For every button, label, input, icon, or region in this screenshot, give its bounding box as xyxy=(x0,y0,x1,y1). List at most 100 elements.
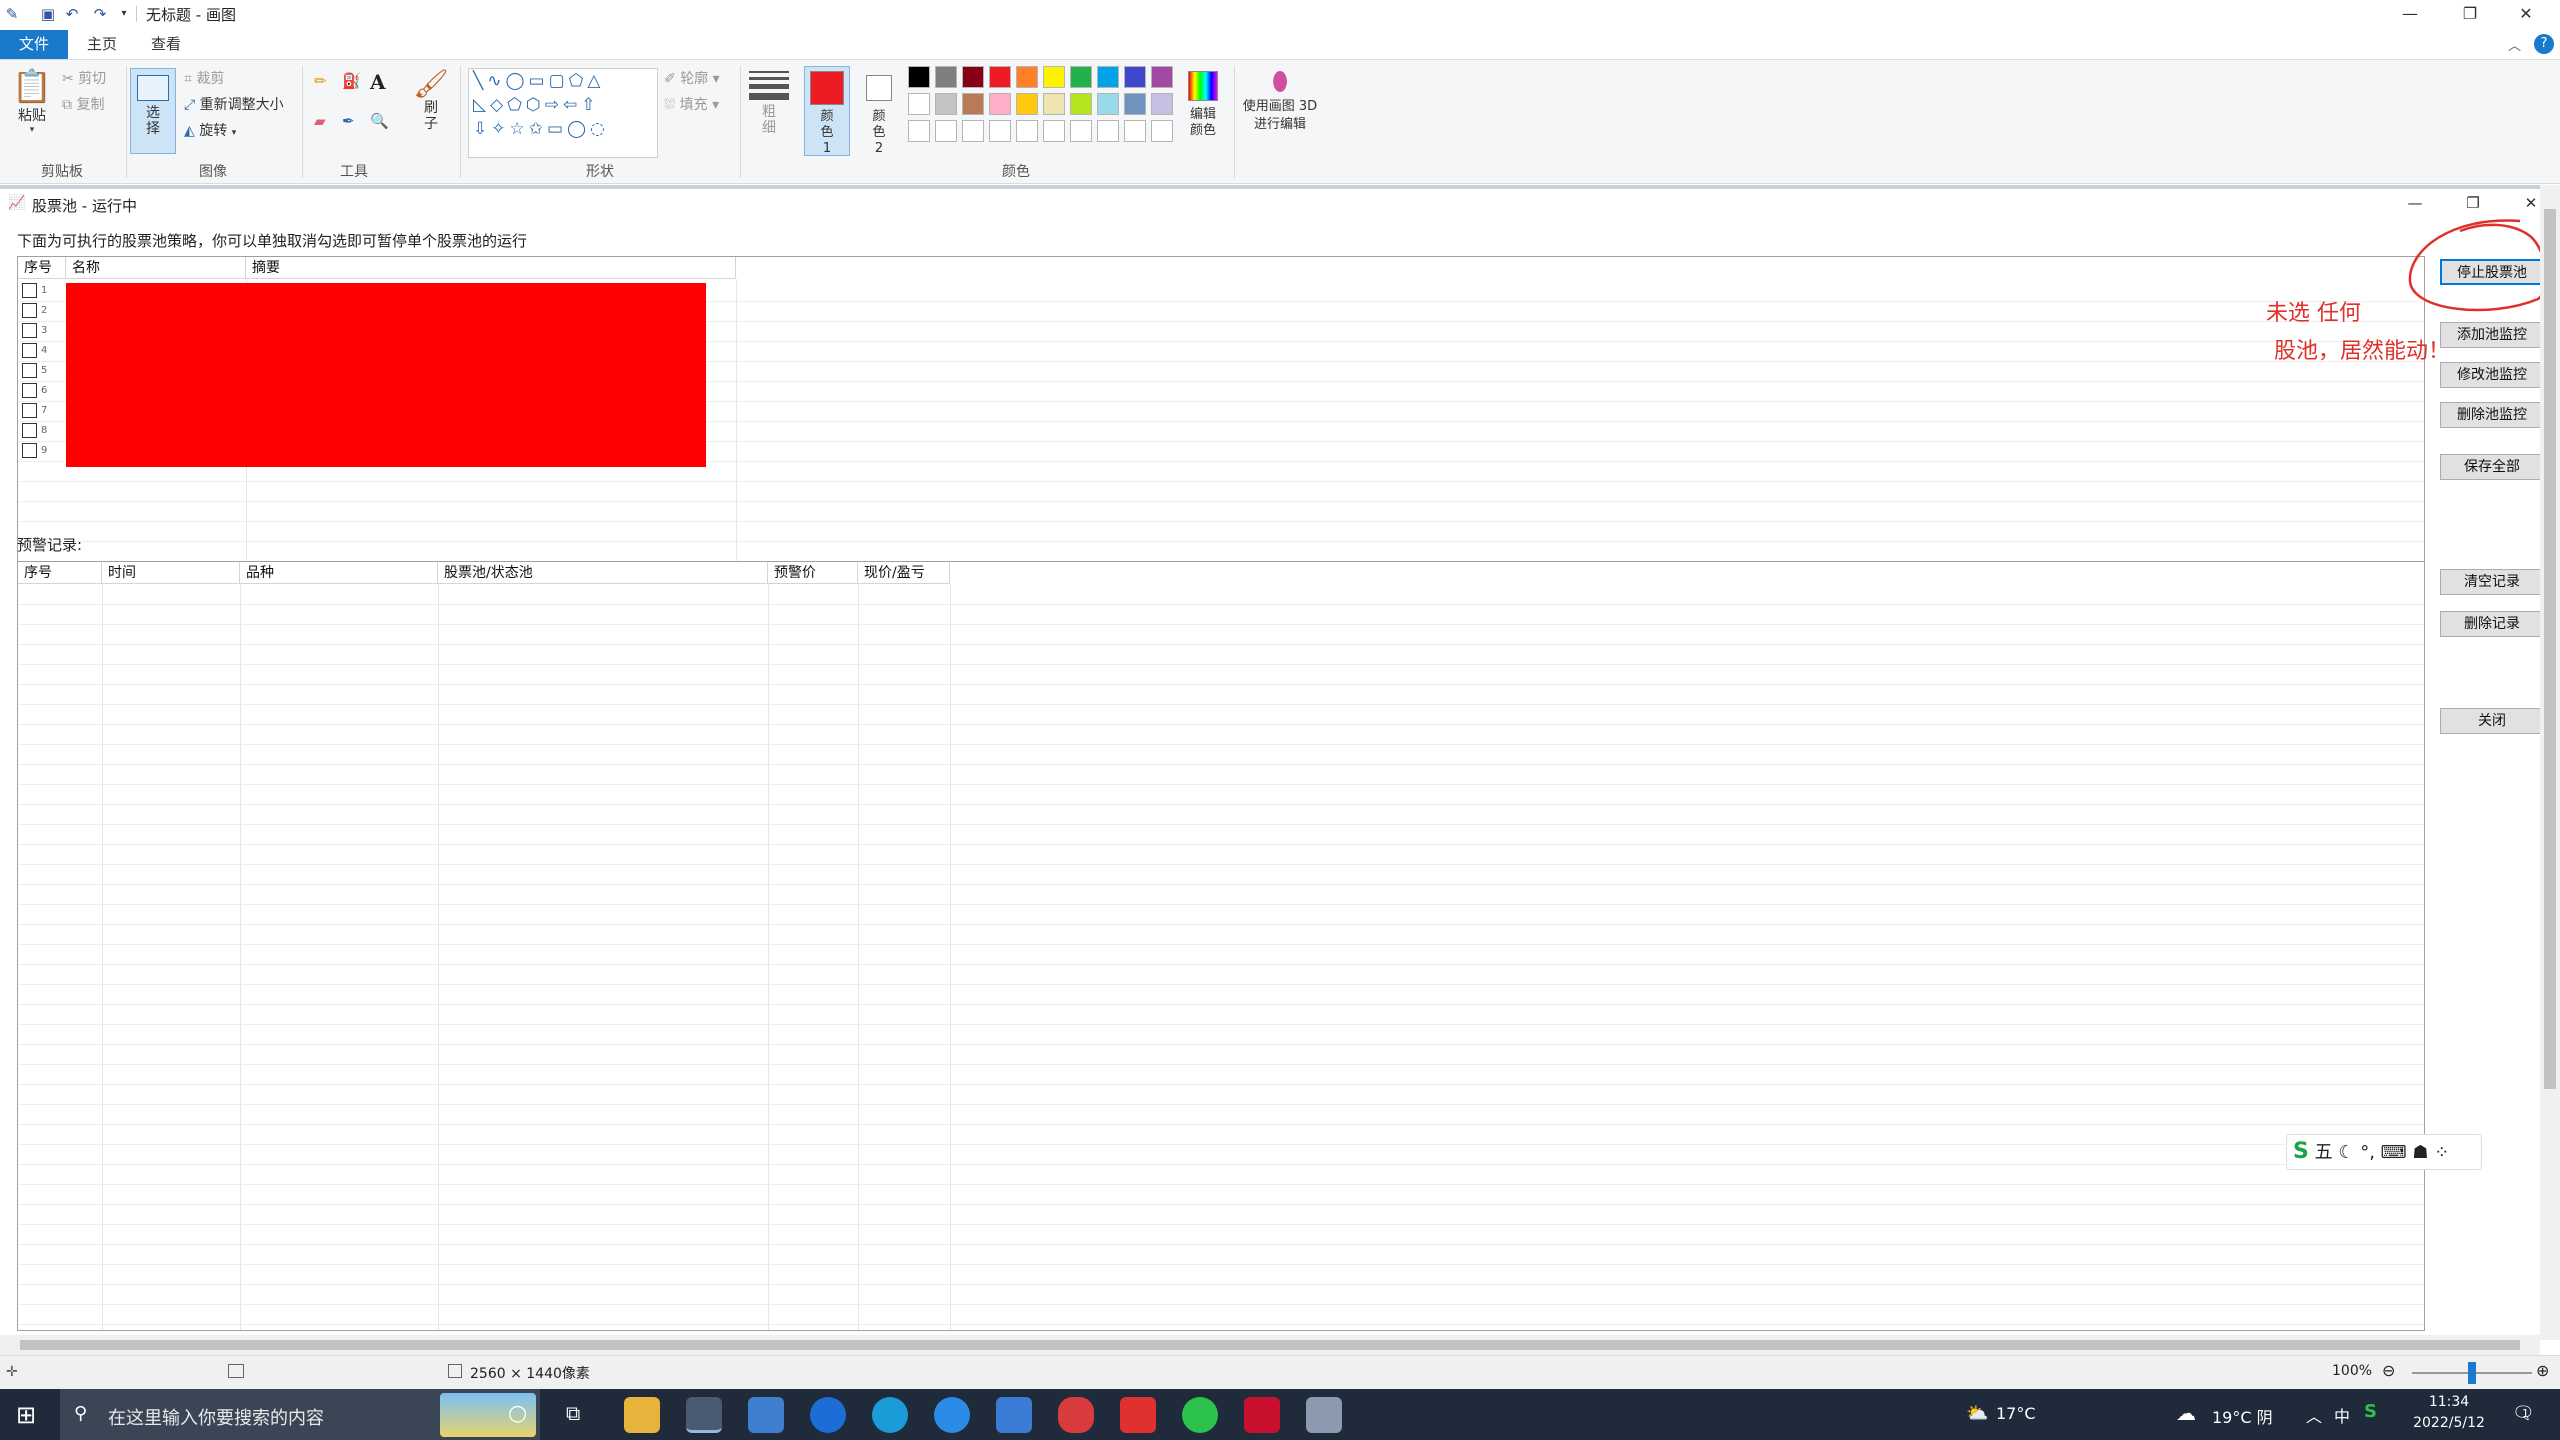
pool-row[interactable]: 4 xyxy=(18,341,66,361)
zoom-out-icon[interactable]: ⊖ xyxy=(2382,1361,2395,1380)
rotate-button[interactable]: ◭ 旋转 ▾ xyxy=(184,120,236,140)
size-button[interactable]: 粗细 xyxy=(744,66,794,156)
fill-button[interactable]: ⛆ 填充 ▾ xyxy=(664,94,719,114)
taskbar-search-box[interactable]: ⚲ 在这里输入你要搜索的内容 xyxy=(60,1389,540,1440)
palette-swatch[interactable] xyxy=(1151,66,1173,88)
palette-swatch[interactable] xyxy=(962,66,984,88)
mail-bird-icon[interactable] xyxy=(996,1397,1032,1433)
weather-cloud-icon[interactable]: ☁ xyxy=(2176,1401,2196,1425)
windows-start-icon[interactable]: ⊞ xyxy=(16,1401,36,1429)
alert-header-alert-price[interactable]: 预警价 xyxy=(768,562,858,584)
brush-button[interactable]: 🖌 刷子 xyxy=(408,66,454,156)
zoom-slider-thumb[interactable] xyxy=(2468,1362,2476,1384)
palette-swatch[interactable] xyxy=(908,66,930,88)
edge-icon[interactable] xyxy=(872,1397,908,1433)
clock-time[interactable]: 11:34 xyxy=(2404,1394,2494,1410)
collapse-ribbon-icon[interactable]: ︿ xyxy=(2508,35,2521,54)
palette-swatch[interactable] xyxy=(1016,93,1038,115)
palette-swatch[interactable] xyxy=(908,93,930,115)
palette-swatch[interactable] xyxy=(989,93,1011,115)
pool-row-checkbox[interactable] xyxy=(22,422,37,438)
alert-header-pool[interactable]: 股票池/状态池 xyxy=(438,562,768,584)
customize-quick-access-icon[interactable]: ▾ xyxy=(114,4,134,24)
vertical-scrollbar[interactable] xyxy=(2540,185,2560,1340)
color-picker-icon[interactable]: ✒ xyxy=(342,112,355,130)
save-icon[interactable]: ▣ xyxy=(38,4,58,24)
copy-button[interactable]: ⧉ 复制 xyxy=(62,94,104,114)
fill-bucket-icon[interactable]: ⛽ xyxy=(342,72,361,90)
help-icon[interactable]: ? xyxy=(2534,34,2554,54)
eraser-icon[interactable]: ▰ xyxy=(314,112,326,130)
alert-header-current[interactable]: 现价/盈亏 xyxy=(858,562,950,584)
magnifier-icon[interactable]: 🔍 xyxy=(370,112,389,130)
close-button[interactable]: ✕ xyxy=(2496,0,2556,28)
resize-button[interactable]: ⤢ 重新调整大小 xyxy=(184,94,284,114)
pool-row[interactable]: 5 xyxy=(18,361,66,381)
browser-icon[interactable] xyxy=(934,1397,970,1433)
edit-colors-button[interactable]: 编辑颜色 xyxy=(1180,66,1226,156)
pool-header-index[interactable]: 序号 xyxy=(18,257,66,279)
pool-row[interactable]: 2 xyxy=(18,301,66,321)
pool-row-checkbox[interactable] xyxy=(22,402,37,418)
palette-swatch[interactable] xyxy=(962,93,984,115)
alert-header-symbol[interactable]: 品种 xyxy=(240,562,438,584)
restore-button[interactable]: ❐ xyxy=(2440,0,2500,28)
palette-empty-swatch[interactable] xyxy=(1070,120,1092,142)
file-explorer-icon[interactable] xyxy=(624,1397,660,1433)
qq-browser-icon[interactable] xyxy=(810,1397,846,1433)
redo-icon[interactable]: ↷ xyxy=(90,4,110,24)
clear-records-button[interactable]: 清空记录 xyxy=(2440,569,2544,595)
palette-empty-swatch[interactable] xyxy=(1124,120,1146,142)
alert-header-index[interactable]: 序号 xyxy=(18,562,102,584)
stock-app-icon[interactable] xyxy=(1058,1397,1094,1433)
wechat-icon[interactable] xyxy=(1182,1397,1218,1433)
tab-file[interactable]: 文件 xyxy=(0,30,68,59)
pool-row[interactable]: 9 xyxy=(18,441,66,461)
palette-empty-swatch[interactable] xyxy=(935,120,957,142)
pool-row[interactable]: 3 xyxy=(18,321,66,341)
palette-empty-swatch[interactable] xyxy=(1151,120,1173,142)
cortana-icon[interactable]: ○ xyxy=(508,1401,527,1426)
palette-swatch[interactable] xyxy=(1016,66,1038,88)
task-view-icon[interactable]: ⧉ xyxy=(566,1401,580,1425)
pool-row-checkbox[interactable] xyxy=(22,342,37,358)
weather-temp-right[interactable]: 19°C 阴 xyxy=(2212,1404,2273,1428)
minimize-button[interactable]: — xyxy=(2380,0,2440,28)
close-app-button[interactable]: 关闭 xyxy=(2440,708,2544,734)
palette-swatch[interactable] xyxy=(1097,93,1119,115)
pool-row-checkbox[interactable] xyxy=(22,282,37,298)
palette-swatch[interactable] xyxy=(1043,93,1065,115)
alert-list[interactable]: 序号 时间 品种 股票池/状态池 预警价 现价/盈亏 xyxy=(17,561,2425,1331)
palette-swatch[interactable] xyxy=(935,66,957,88)
palette-empty-swatch[interactable] xyxy=(1016,120,1038,142)
palette-swatch[interactable] xyxy=(1124,93,1146,115)
input-language[interactable]: 中 xyxy=(2334,1403,2350,1427)
alert-header-time[interactable]: 时间 xyxy=(102,562,240,584)
undo-icon[interactable]: ↶ xyxy=(62,4,82,24)
palette-swatch[interactable] xyxy=(1124,66,1146,88)
pool-header-summary[interactable]: 摘要 xyxy=(246,257,736,279)
pool-row-checkbox[interactable] xyxy=(22,442,37,458)
vertical-scroll-thumb[interactable] xyxy=(2544,209,2556,1089)
zoom-in-icon[interactable]: ⊕ xyxy=(2536,1361,2549,1380)
text-tool-icon[interactable]: A xyxy=(370,70,386,94)
cut-button[interactable]: ✂ 剪切 xyxy=(62,68,106,88)
wps-icon[interactable] xyxy=(1244,1397,1280,1433)
remote-app-icon[interactable] xyxy=(1306,1397,1342,1433)
ime-toolbar[interactable]: S 五 ☾ °, ⌨ ☗ ⁘ xyxy=(2286,1134,2482,1170)
horizontal-scrollbar[interactable] xyxy=(0,1335,2540,1355)
delete-record-button[interactable]: 删除记录 xyxy=(2440,611,2544,637)
tab-view[interactable]: 查看 xyxy=(136,30,196,59)
palette-swatch[interactable] xyxy=(1097,66,1119,88)
pool-row-checkbox[interactable] xyxy=(22,362,37,378)
paste-button[interactable]: 📋 粘贴 ▾ xyxy=(8,66,56,152)
palette-swatch[interactable] xyxy=(1070,93,1092,115)
paint-taskbar-icon[interactable] xyxy=(686,1397,722,1433)
calculator-icon[interactable] xyxy=(748,1397,784,1433)
pool-row[interactable]: 8 xyxy=(18,421,66,441)
pool-row[interactable]: 1 xyxy=(18,281,66,301)
sogou-tray-icon[interactable]: S xyxy=(2364,1401,2377,1422)
outline-button[interactable]: ✐ 轮廓 ▾ xyxy=(664,68,720,88)
palette-empty-swatch[interactable] xyxy=(962,120,984,142)
delete-pool-monitor-button[interactable]: 删除池监控 xyxy=(2440,402,2544,428)
